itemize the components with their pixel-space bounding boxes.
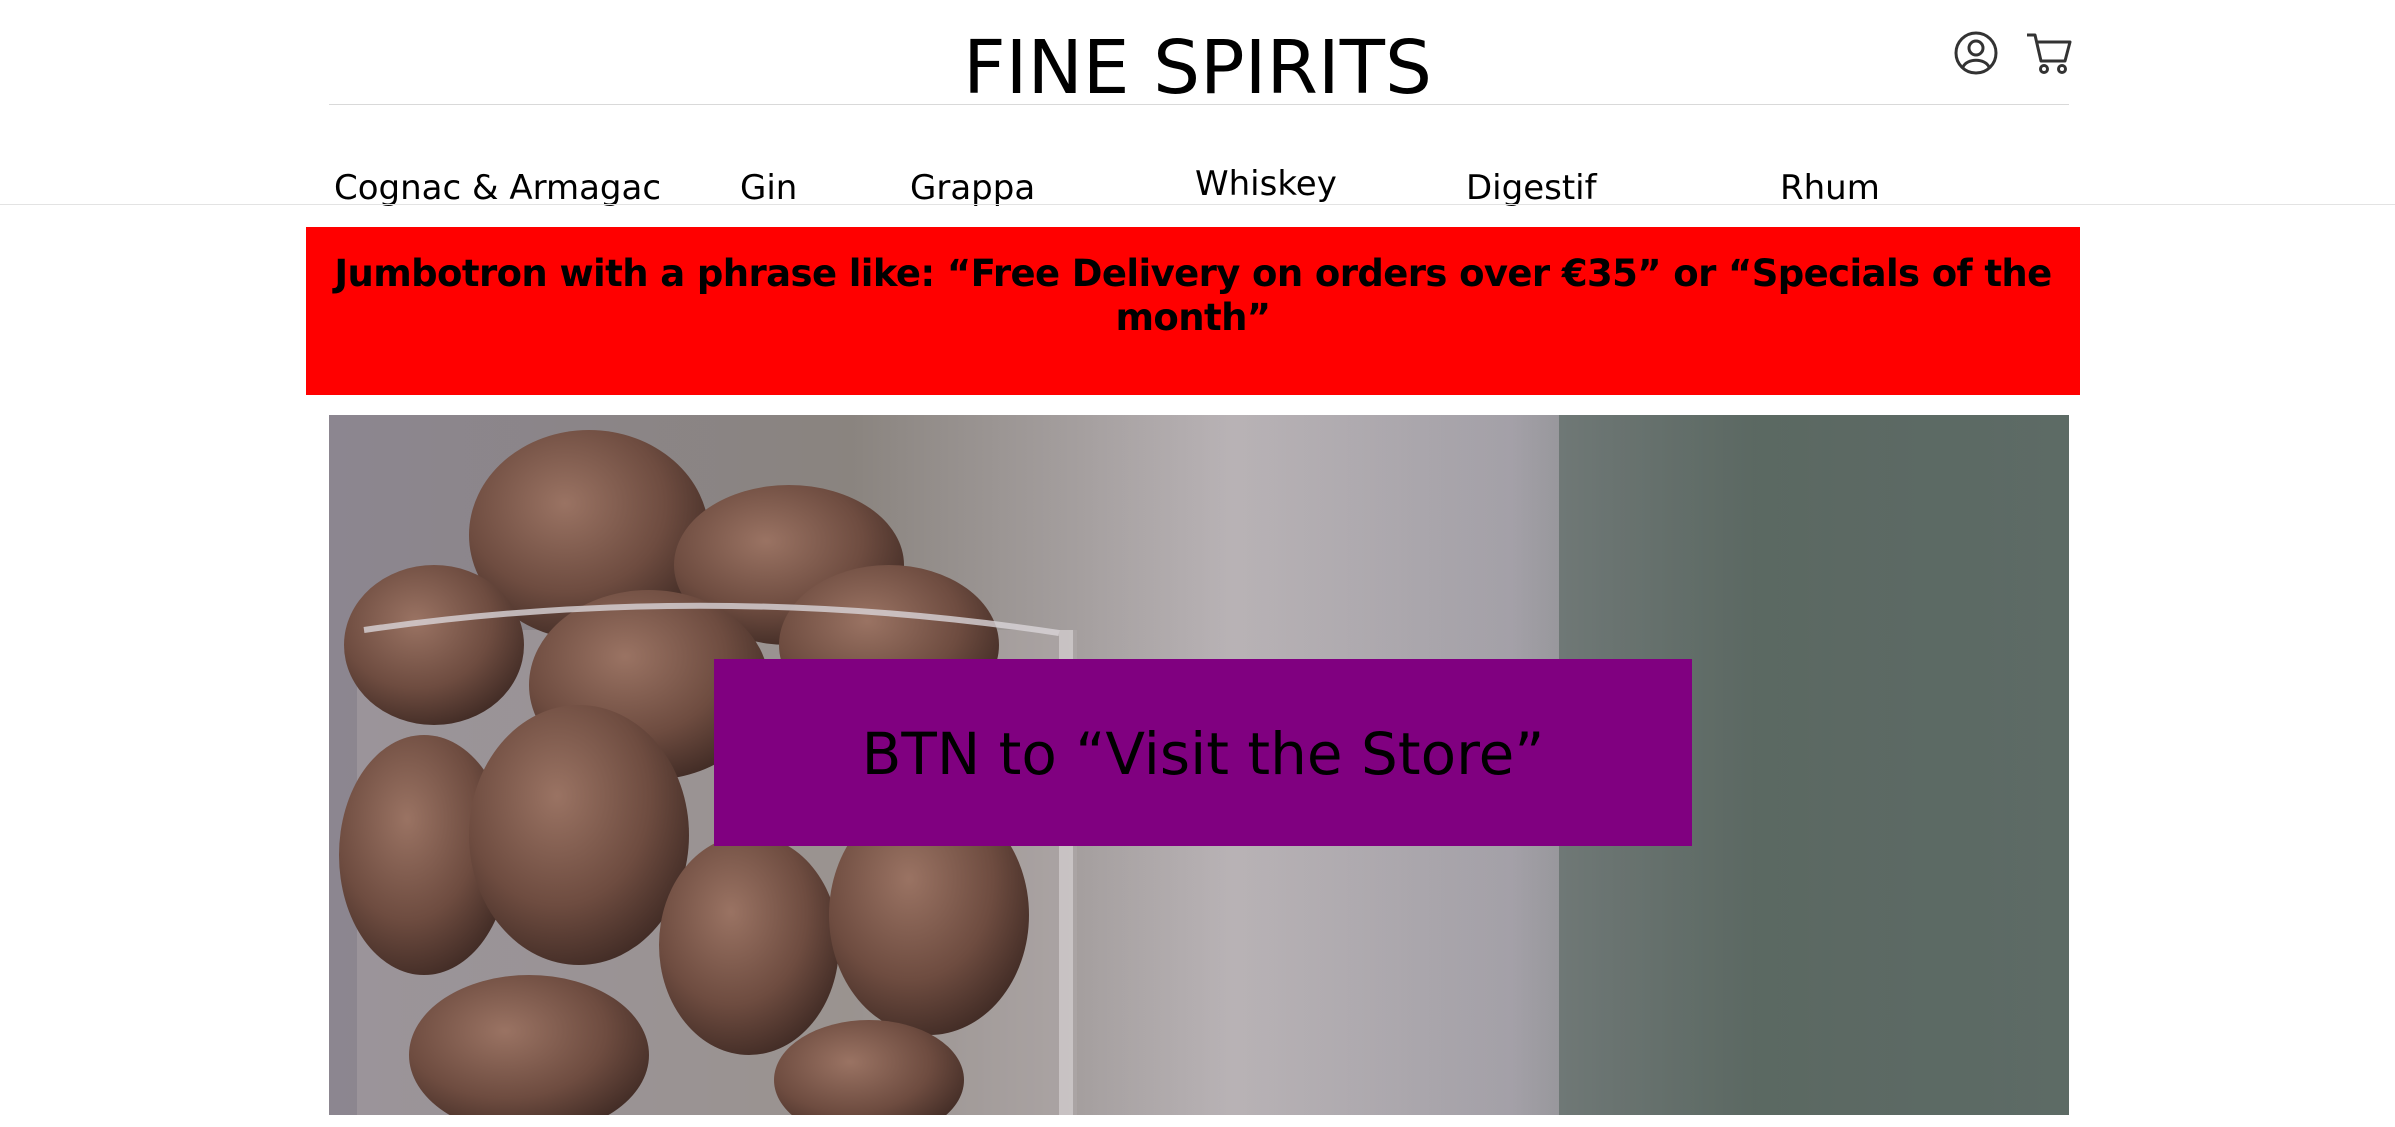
cart-button[interactable] bbox=[2024, 28, 2074, 78]
nav-divider bbox=[0, 204, 2395, 205]
nav-item-cognac[interactable]: Cognac & Armagac bbox=[334, 168, 661, 208]
header-divider bbox=[329, 104, 2069, 105]
jumbotron-text: Jumbotron with a phrase like: “Free Deli… bbox=[334, 252, 2052, 339]
nav-item-whiskey[interactable]: Whiskey bbox=[1195, 164, 1337, 204]
shopping-cart-icon bbox=[2027, 33, 2072, 74]
visit-store-button[interactable]: BTN to “Visit the Store” bbox=[714, 659, 1692, 846]
nav-item-gin[interactable]: Gin bbox=[740, 168, 797, 208]
visit-store-button-label: BTN to “Visit the Store” bbox=[861, 720, 1545, 788]
nav-item-rhum[interactable]: Rhum bbox=[1780, 168, 1880, 208]
nav-item-digestif[interactable]: Digestif bbox=[1466, 168, 1597, 208]
jumbotron-banner: Jumbotron with a phrase like: “Free Deli… bbox=[306, 227, 2080, 395]
nav-item-grappa[interactable]: Grappa bbox=[910, 168, 1035, 208]
user-circle-icon bbox=[1954, 31, 1998, 75]
account-button[interactable] bbox=[1951, 28, 2001, 78]
